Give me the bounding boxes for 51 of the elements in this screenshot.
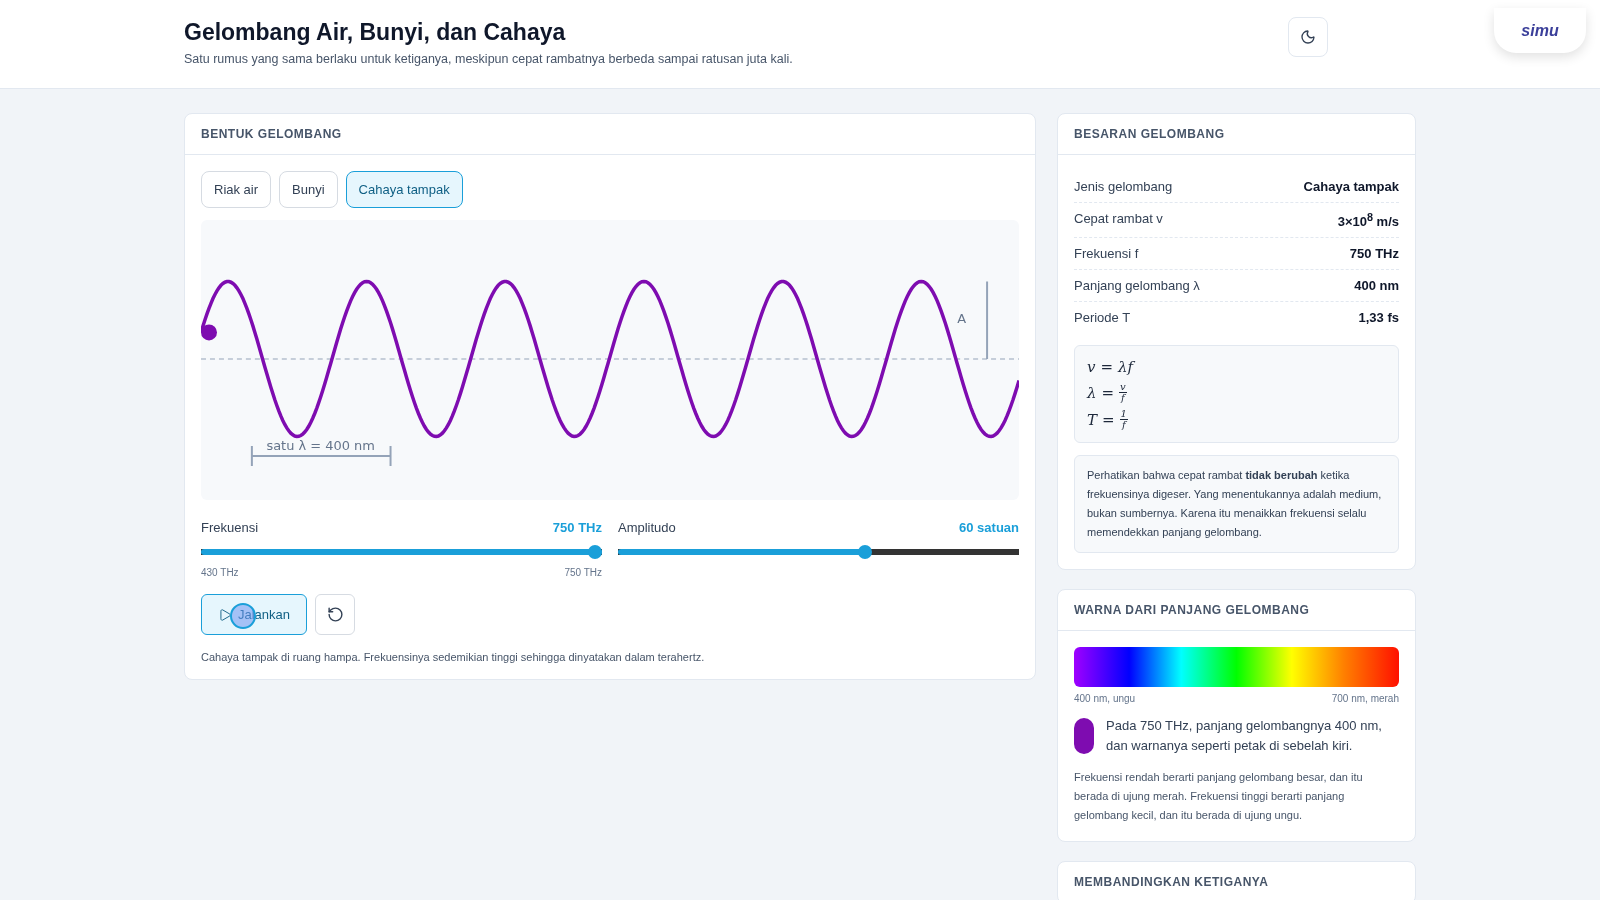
fraction: 1 f [1119,409,1128,431]
formula-symbol: T [1087,410,1097,429]
card-title: BESARAN GELOMBANG [1058,114,1415,155]
page-subtitle: Satu rumus yang sama berlaku untuk ketiganya, meskipun cepat rambatnya berbeda sampai ratusan juta kali. [184,52,794,66]
wavelength-label: satu λ = 400 nm [266,438,375,453]
card-title: MEMBANDINGKAN KETIGANYA [1058,862,1415,900]
slider-reading: 60 satuan [959,520,1019,535]
slider-reading: 750 THz [552,520,602,535]
color-explanation: Frekuensi rendah berarti panjang gelombang besar, dan itu berada di ujung merah. Frekuensi tinggi berarti panjang gelombang kecil, dan itu berada di ujung ungu. [1074,770,1364,824]
equals-sign: = [1101,383,1115,402]
wave-type-tab[interactable]: Bunyi [279,171,338,208]
info-note: Perhatikan bahwa cepat rambat tidak berubah ketika frekuensinya digeser. Yang menentukannya adalah medium, bukan sumbernya. Karena itu menaikkan frekuensi selalu memendekkan panjang gelombang. [1074,455,1399,554]
page-title: Gelombang Air, Bunyi, dan Cahaya [184,19,567,46]
wave-type-tab[interactable]: Cahaya tampak [345,171,463,208]
wave-note: Cahaya tampak di ruang hampa. Frekuensinya sedemikian tinggi sehingga dinyatakan dalam terahertz. [201,651,706,663]
logo[interactable]: simu [1494,8,1586,53]
quantity-value: 400 nm [1354,278,1399,294]
quantity-label: Panjang gelombang λ [1074,278,1200,294]
quantity-label: Cepat rambat v [1074,211,1163,228]
formula-symbol: v [1087,358,1096,377]
slider-thumb[interactable] [588,545,602,559]
equals-sign: = [1102,410,1115,429]
equals-sign: = [1100,358,1114,377]
reset-button[interactable] [315,594,356,635]
range-min-label: 430 THz [201,567,239,578]
quantity-value: 3×10$^{8}$ m/s [1337,211,1399,230]
reset-icon [326,606,344,623]
card-title: BENTUK GELOMBANG [185,114,1035,155]
quantity-label: Periode T [1074,310,1131,326]
formula-symbol: λ [1087,383,1097,402]
quantity-value: 1,33 fs [1358,310,1399,326]
wave-dot [201,324,217,341]
quantity-value: Cahaya tampak [1303,179,1399,194]
slider-label: Amplitudo [618,520,676,535]
spectrum-min-label: 400 nm, ungu [1074,693,1136,705]
wave-type-tab[interactable]: Riak air [201,171,272,208]
quantity-label: Jenis gelombang [1074,179,1173,194]
dark-mode-button[interactable] [1288,17,1328,57]
spectrum-max-label: 700 nm, merah [1331,693,1399,705]
card-title: WARNA DARI PANJANG GELOMBANG [1058,590,1415,632]
amplitude-label: A [957,311,966,326]
color-result: Pada 750 THz, panjang gelombangnya 400 nm, dan warnanya seperti petak di sebelah kiri. [1106,717,1383,756]
range-max-label: 750 THz [564,567,602,578]
slider-label: Frekuensi [201,520,259,535]
quantity-value: 750 THz [1349,246,1399,262]
slider-thumb[interactable] [857,545,872,559]
moon-icon [1300,29,1316,45]
quantity-label: Frekuensi f [1074,246,1139,262]
formula-term: λf [1118,358,1134,377]
play-icon [218,607,232,622]
fraction: v f [1119,382,1127,404]
